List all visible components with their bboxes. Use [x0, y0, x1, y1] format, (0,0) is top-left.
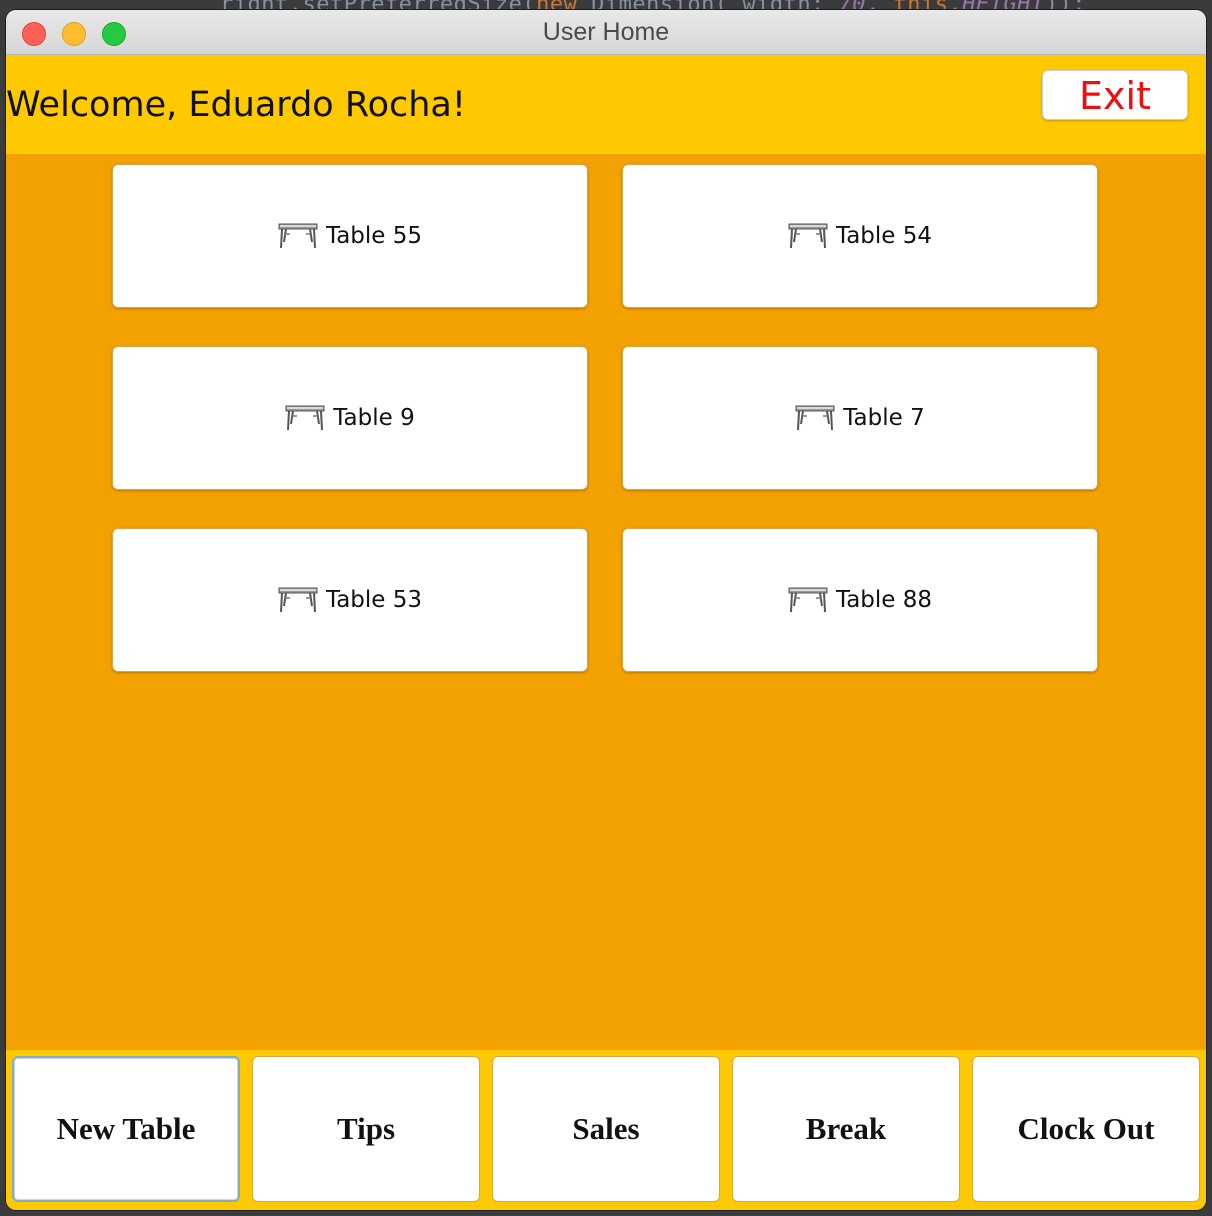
new-table-button[interactable]: New Table: [12, 1056, 240, 1202]
table-icon: [285, 405, 325, 431]
table-label: Table 53: [325, 587, 423, 613]
table-label: Table 55: [325, 223, 423, 249]
table-icon: [795, 405, 835, 431]
header-panel: Welcome, Eduardo Rocha! Exit: [6, 55, 1206, 154]
title-bar[interactable]: User Home: [6, 10, 1206, 55]
table-button-content: Table 53: [278, 586, 422, 614]
action-bar: New Table Tips Sales Break Clock Out: [6, 1050, 1206, 1210]
table-button-content: Table 54: [788, 222, 932, 250]
table-label: Table 54: [835, 223, 933, 249]
table-button-content: Table 55: [278, 222, 422, 250]
table-button[interactable]: Table 88: [622, 528, 1098, 672]
table-icon: [278, 587, 318, 613]
sales-button[interactable]: Sales: [492, 1056, 720, 1202]
table-button[interactable]: Table 9: [112, 346, 588, 490]
tips-button[interactable]: Tips: [252, 1056, 480, 1202]
table-icon: [788, 223, 828, 249]
welcome-message: Welcome, Eduardo Rocha!: [6, 85, 466, 125]
table-button[interactable]: Table 7: [622, 346, 1098, 490]
table-icon: [278, 223, 318, 249]
table-label: Table 7: [843, 405, 925, 431]
table-button[interactable]: Table 54: [622, 164, 1098, 308]
table-button-content: Table 88: [788, 586, 932, 614]
break-button[interactable]: Break: [732, 1056, 960, 1202]
table-button-content: Table 9: [285, 404, 415, 432]
clock-out-button[interactable]: Clock Out: [972, 1056, 1200, 1202]
table-button[interactable]: Table 53: [112, 528, 588, 672]
exit-button[interactable]: Exit: [1042, 70, 1188, 120]
table-label: Table 9: [333, 405, 415, 431]
table-label: Table 88: [835, 587, 933, 613]
table-button[interactable]: Table 55: [112, 164, 588, 308]
table-button-content: Table 7: [795, 404, 925, 432]
window-title: User Home: [542, 18, 670, 46]
user-home-window: User Home Welcome, Eduardo Rocha! Exit T…: [6, 10, 1206, 1210]
table-icon: [788, 587, 828, 613]
